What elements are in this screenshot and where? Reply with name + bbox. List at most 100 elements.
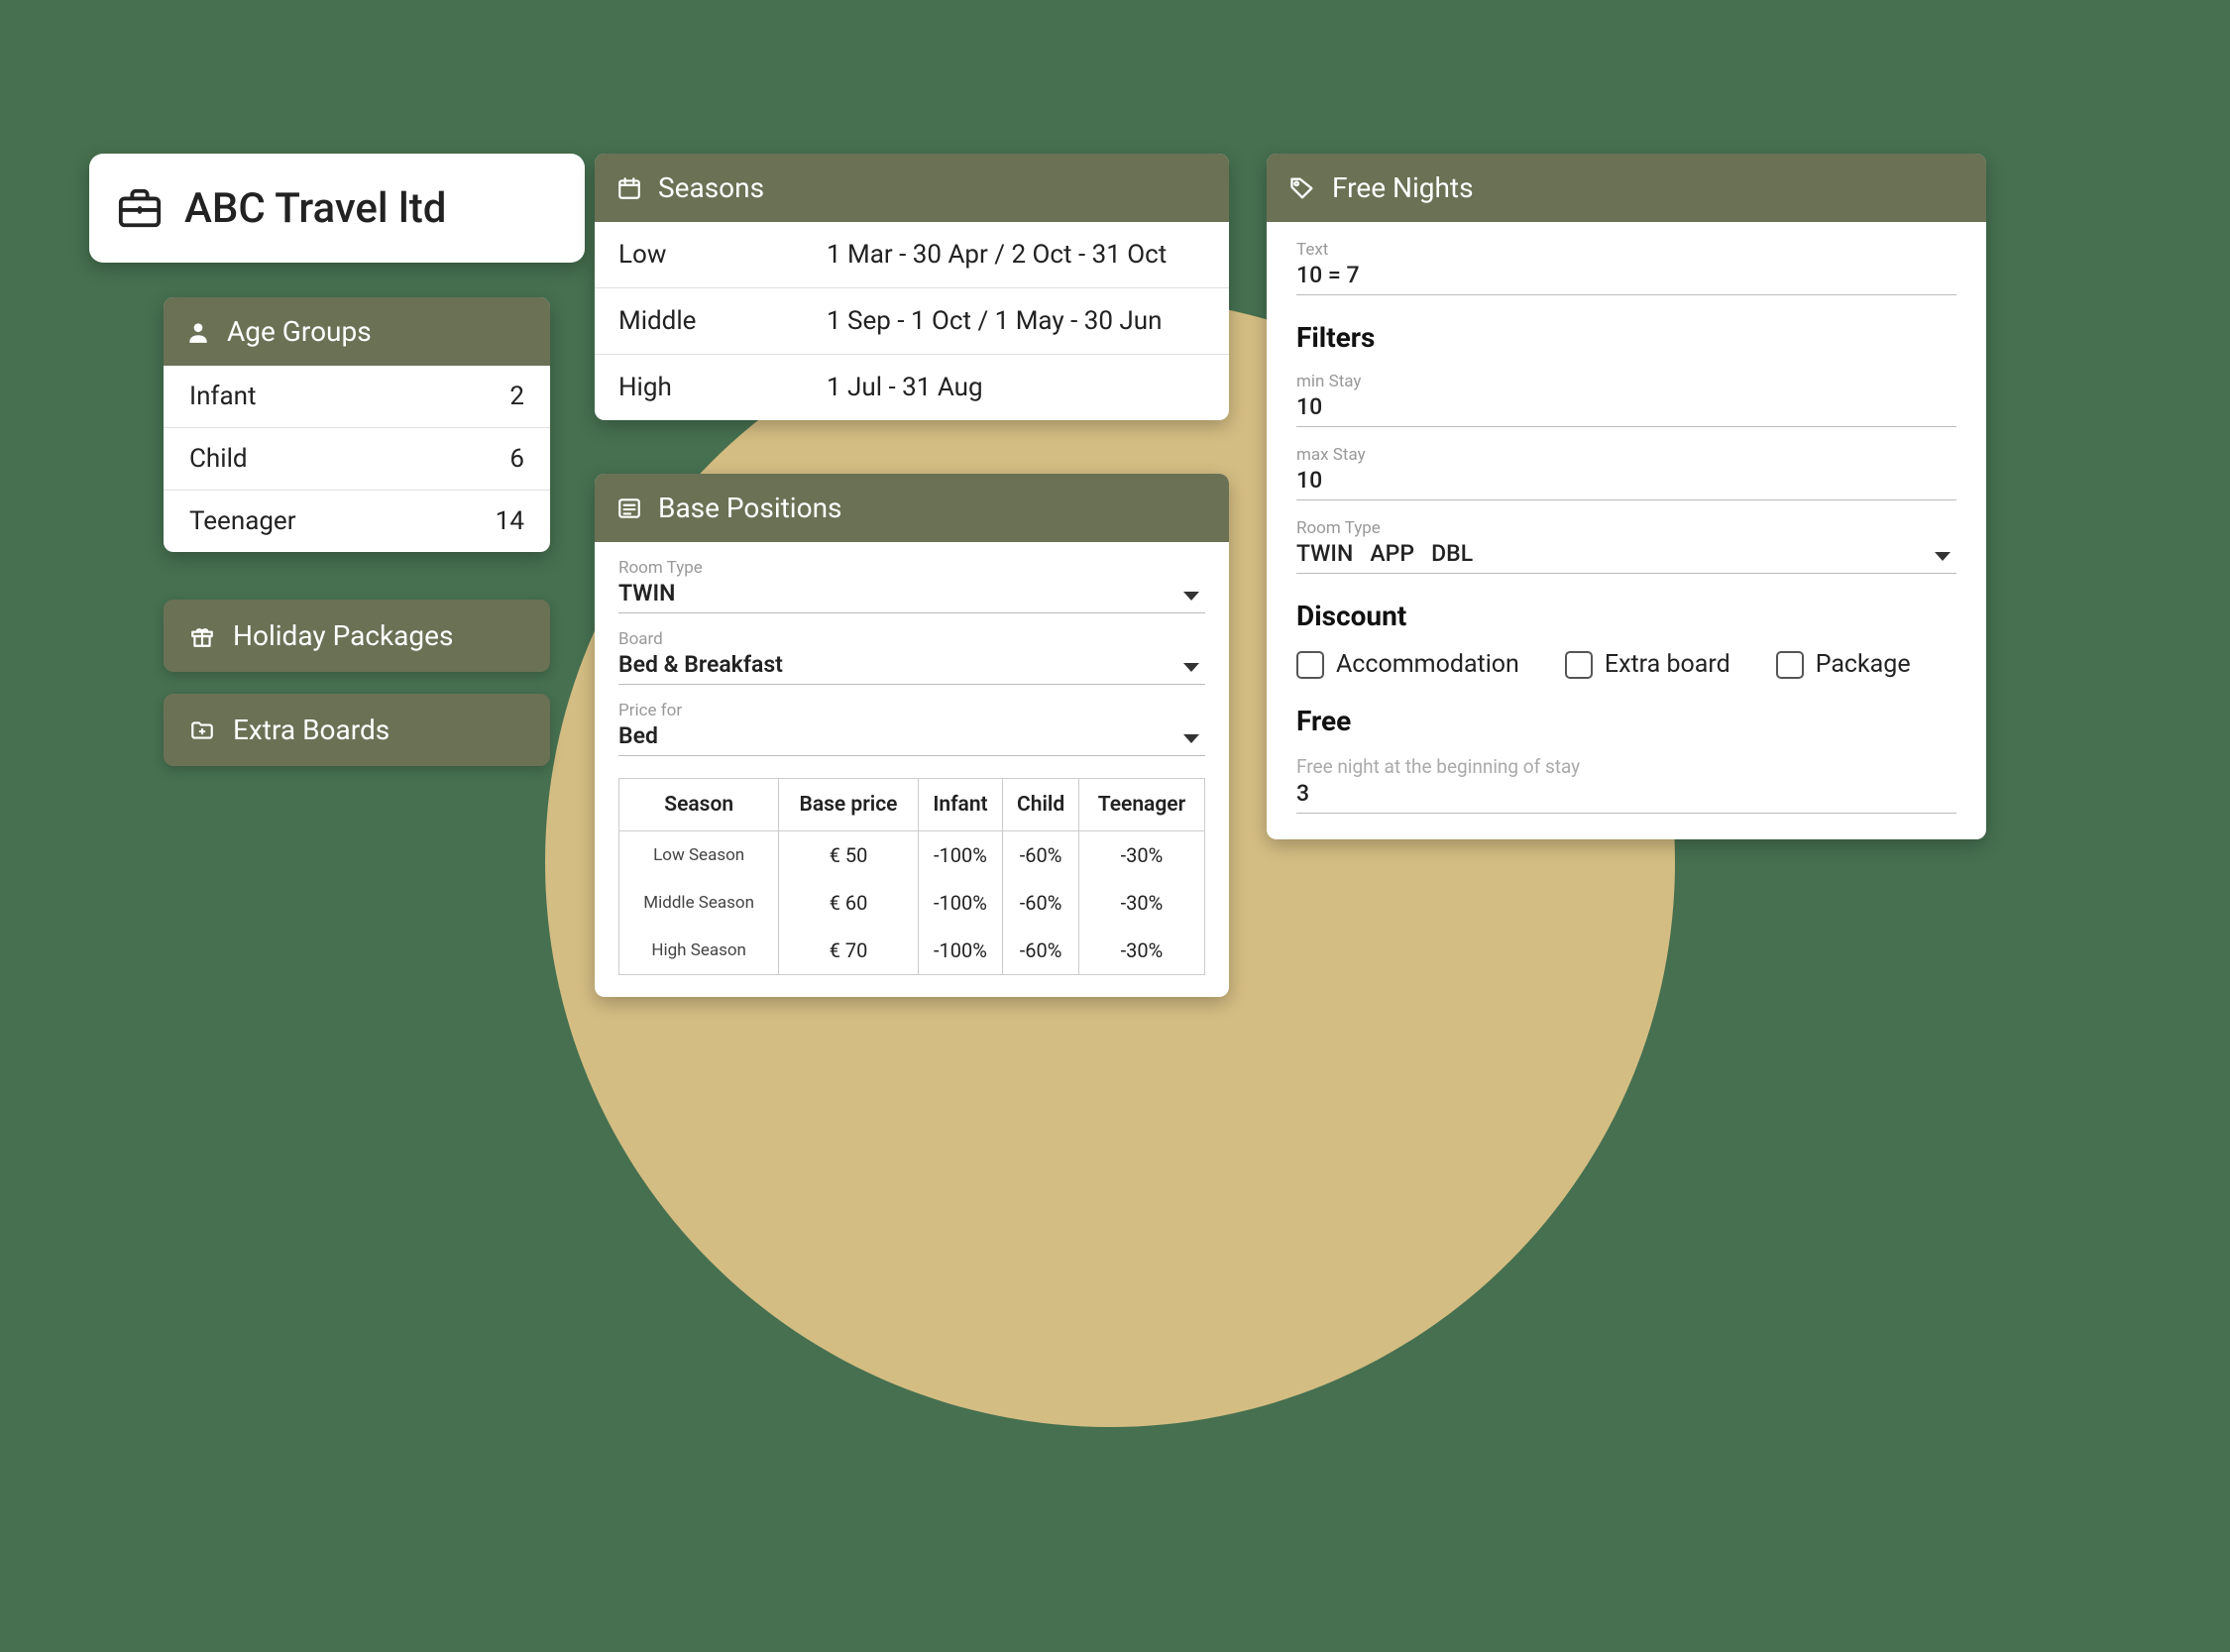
age-label: Child [189, 444, 248, 474]
field-value: Bed & Breakfast [618, 649, 1205, 678]
free-nights-header: Free Nights [1267, 154, 1986, 222]
th-child: Child [1003, 779, 1079, 831]
cell-base: € 50 [779, 831, 918, 880]
field-value: 10 = 7 [1296, 260, 1956, 288]
person-icon [185, 319, 211, 345]
base-positions-panel: Base Positions Room Type TWIN Board Bed … [595, 474, 1229, 997]
field-value: TWIN APP DBL [1296, 538, 1956, 567]
gift-icon [189, 623, 215, 649]
checkbox-label: Package [1816, 650, 1911, 679]
season-name: Middle [618, 306, 827, 336]
fn-room-type-select[interactable]: Room Type TWIN APP DBL [1296, 518, 1956, 574]
checkbox-extra-board[interactable]: Extra board [1565, 650, 1730, 679]
th-teen: Teenager [1078, 779, 1204, 831]
seasons-panel: Seasons Low 1 Mar - 30 Apr / 2 Oct - 31 … [595, 154, 1229, 420]
checkbox-box [1565, 651, 1593, 679]
table-row: High Season € 70 -100% -60% -30% [619, 927, 1205, 975]
free-nights-title: Free Nights [1332, 171, 1474, 204]
chevron-down-icon [1183, 592, 1199, 601]
cell-child: -60% [1003, 831, 1079, 880]
field-label: Room Type [1296, 518, 1956, 538]
checkbox-box [1296, 651, 1324, 679]
cell-teen: -30% [1078, 879, 1204, 927]
season-row-middle: Middle 1 Sep - 1 Oct / 1 May - 30 Jun [595, 288, 1229, 355]
folder-plus-icon [189, 717, 215, 743]
price-for-select[interactable]: Price for Bed [618, 701, 1205, 756]
checkbox-accommodation[interactable]: Accommodation [1296, 650, 1519, 679]
company-name: ABC Travel ltd [184, 184, 446, 233]
field-value: 3 [1296, 778, 1956, 807]
room-type-select[interactable]: Room Type TWIN [618, 558, 1205, 613]
age-value: 14 [496, 506, 524, 536]
age-row-teenager: Teenager 14 [164, 491, 550, 552]
checkbox-box [1776, 651, 1804, 679]
price-table: Season Base price Infant Child Teenager … [618, 778, 1205, 975]
board-select[interactable]: Board Bed & Breakfast [618, 629, 1205, 685]
age-value: 6 [509, 444, 524, 474]
text-field[interactable]: Text 10 = 7 [1296, 240, 1956, 295]
table-row: Low Season € 50 -100% -60% -30% [619, 831, 1205, 880]
season-name: High [618, 373, 827, 402]
field-label: Board [618, 629, 1205, 649]
discount-checkboxes: Accommodation Extra board Package [1296, 650, 1956, 679]
cell-infant: -100% [918, 879, 1003, 927]
extra-boards-button[interactable]: Extra Boards [164, 694, 550, 766]
list-icon [616, 496, 642, 521]
calendar-icon [616, 175, 642, 201]
min-stay-field[interactable]: min Stay 10 [1296, 372, 1956, 427]
field-label: Price for [618, 701, 1205, 720]
free-title: Free [1296, 705, 1956, 737]
seasons-header: Seasons [595, 154, 1229, 222]
field-value: TWIN [618, 578, 1205, 606]
table-row: Middle Season € 60 -100% -60% -30% [619, 879, 1205, 927]
checkbox-package[interactable]: Package [1776, 650, 1911, 679]
cell-base: € 60 [779, 879, 918, 927]
age-groups-header: Age Groups [164, 297, 550, 366]
cell-season: High Season [619, 927, 779, 975]
free-night-field[interactable]: Free night at the beginning of stay 3 [1296, 755, 1956, 814]
season-range: 1 Jul - 31 Aug [827, 373, 983, 402]
field-label: Text [1296, 240, 1956, 260]
cell-infant: -100% [918, 927, 1003, 975]
season-row-high: High 1 Jul - 31 Aug [595, 355, 1229, 420]
age-label: Teenager [189, 506, 296, 536]
age-label: Infant [189, 382, 256, 411]
cell-child: -60% [1003, 879, 1079, 927]
chevron-down-icon [1935, 552, 1951, 561]
th-infant: Infant [918, 779, 1003, 831]
button-label: Extra Boards [233, 714, 390, 746]
season-row-low: Low 1 Mar - 30 Apr / 2 Oct - 31 Oct [595, 222, 1229, 288]
seasons-title: Seasons [658, 171, 764, 204]
field-placeholder: Free night at the beginning of stay [1296, 755, 1956, 778]
checkbox-label: Accommodation [1336, 650, 1519, 679]
max-stay-field[interactable]: max Stay 10 [1296, 445, 1956, 500]
season-name: Low [618, 240, 827, 270]
age-row-child: Child 6 [164, 428, 550, 491]
base-positions-title: Base Positions [658, 492, 842, 524]
season-range: 1 Mar - 30 Apr / 2 Oct - 31 Oct [827, 240, 1167, 270]
company-card: ABC Travel ltd [89, 154, 585, 263]
cell-season: Low Season [619, 831, 779, 880]
field-label: Room Type [618, 558, 1205, 578]
cell-teen: -30% [1078, 831, 1204, 880]
chevron-down-icon [1183, 734, 1199, 743]
filters-title: Filters [1296, 321, 1956, 354]
cell-child: -60% [1003, 927, 1079, 975]
cell-base: € 70 [779, 927, 918, 975]
season-range: 1 Sep - 1 Oct / 1 May - 30 Jun [827, 306, 1162, 336]
button-label: Holiday Packages [233, 619, 453, 652]
base-positions-header: Base Positions [595, 474, 1229, 542]
checkbox-label: Extra board [1605, 650, 1730, 679]
th-base: Base price [779, 779, 918, 831]
th-season: Season [619, 779, 779, 831]
field-value: 10 [1296, 465, 1956, 494]
age-row-infant: Infant 2 [164, 366, 550, 428]
free-nights-panel: Free Nights Text 10 = 7 Filters min Stay… [1267, 154, 1986, 839]
age-value: 2 [509, 382, 524, 411]
field-label: min Stay [1296, 372, 1956, 391]
cell-infant: -100% [918, 831, 1003, 880]
field-value: Bed [618, 720, 1205, 749]
cell-teen: -30% [1078, 927, 1204, 975]
chevron-down-icon [1183, 663, 1199, 672]
holiday-packages-button[interactable]: Holiday Packages [164, 600, 550, 672]
